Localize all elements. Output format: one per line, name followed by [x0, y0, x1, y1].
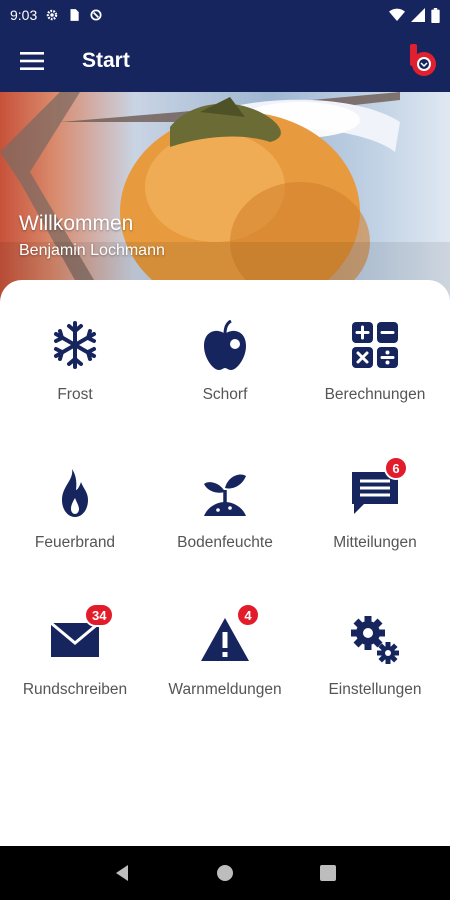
tile-label-warnmeldungen: Warnmeldungen	[168, 681, 282, 698]
settings-status-icon	[47, 9, 58, 21]
tile-label-mitteilungen: Mitteilungen	[333, 534, 417, 551]
tile-einstellungen[interactable]: Einstellungen	[300, 575, 450, 698]
app-logo-icon	[410, 44, 436, 76]
tile-bodenfeuchte[interactable]: Bodenfeuchte	[150, 428, 300, 551]
tile-label-frost: Frost	[57, 386, 93, 403]
apple-icon	[204, 320, 246, 370]
data-saver-status-icon	[90, 9, 102, 21]
snowflake-icon	[54, 321, 96, 369]
tile-rundschreiben[interactable]: 34 Rundschreiben	[0, 575, 150, 698]
recents-icon[interactable]	[319, 864, 337, 882]
welcome-heading: Willkommen	[19, 212, 134, 235]
tile-frost[interactable]: Frost	[0, 280, 150, 403]
tile-schorf[interactable]: Schorf	[150, 280, 300, 403]
tile-mitteilungen[interactable]: 6 Mitteilungen	[300, 428, 450, 551]
app-bar: Start	[0, 30, 450, 92]
wifi-icon	[389, 8, 405, 21]
persimmon-photo	[0, 92, 450, 307]
tile-label-rundschreiben: Rundschreiben	[22, 681, 128, 698]
flame-icon	[62, 469, 88, 517]
sd-card-status-icon	[70, 9, 79, 21]
notification-badge: 6	[384, 456, 408, 480]
hero-banner: Willkommen Benjamin Lochmann	[0, 92, 450, 307]
signal-icon	[411, 8, 425, 22]
tile-label-bodenfeuchte: Bodenfeuchte	[177, 534, 273, 551]
tile-warnmeldungen[interactable]: 4 Warnmeldungen	[150, 575, 300, 698]
notification-badge: 34	[84, 603, 115, 627]
tile-berechnungen[interactable]: Berechnungen	[300, 280, 450, 403]
status-bar: 9:03	[0, 0, 450, 30]
tile-label-berechnungen: Berechnungen	[324, 386, 426, 403]
system-nav-bar	[0, 846, 450, 900]
calculator-icon	[352, 322, 398, 368]
tile-feuerbrand[interactable]: Feuerbrand	[0, 428, 150, 551]
dashboard-grid: Frost Schorf Berechnungen Feuerbrand Bod…	[0, 280, 450, 846]
tile-label-einstellungen: Einstellungen	[328, 681, 422, 698]
menu-button[interactable]	[0, 30, 64, 92]
hamburger-menu-icon	[20, 52, 44, 70]
back-icon[interactable]	[113, 864, 131, 882]
page-title: Start	[82, 49, 130, 72]
battery-icon	[431, 7, 440, 23]
home-icon[interactable]	[216, 864, 234, 882]
gears-icon	[351, 616, 399, 664]
notification-badge: 4	[236, 603, 260, 627]
sprout-icon	[204, 474, 246, 516]
user-name: Benjamin Lochmann	[19, 242, 165, 259]
tile-label-feuerbrand: Feuerbrand	[34, 534, 116, 551]
status-time: 9:03	[10, 7, 38, 23]
tile-label-schorf: Schorf	[202, 386, 248, 403]
